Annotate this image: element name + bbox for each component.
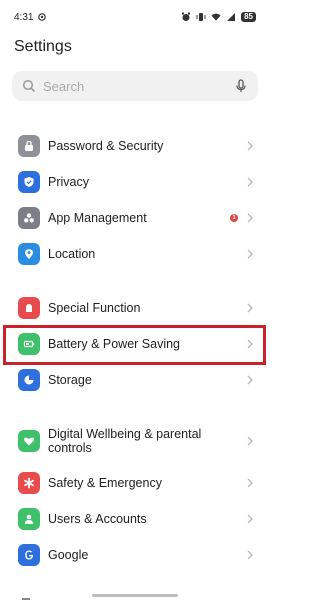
battery-icon: 85: [241, 12, 256, 22]
status-left: 4:31: [14, 12, 47, 23]
alarm-icon: [181, 12, 191, 22]
settings-item-special-function[interactable]: Special Function: [0, 290, 270, 326]
google-icon: [18, 544, 40, 566]
settings-item-label: App Management: [48, 211, 147, 225]
settings-item-location[interactable]: Location: [0, 236, 270, 272]
settings-item-label: Google: [48, 548, 89, 562]
settings-item-users-accounts[interactable]: Users & Accounts: [0, 501, 270, 537]
chevron-right-icon: [246, 248, 254, 260]
highlight-frame: [3, 325, 266, 365]
user-icon: [18, 508, 40, 530]
special-function-icon: [18, 297, 40, 319]
lock-icon: [18, 135, 40, 157]
settings-item-label: Privacy: [48, 175, 89, 189]
settings-item-digital-wellbeing[interactable]: Digital Wellbeing & parental controls: [0, 417, 270, 465]
gesture-navigation-handle[interactable]: [92, 594, 178, 597]
settings-item-storage[interactable]: Storage: [0, 362, 270, 398]
status-right: 85: [181, 12, 256, 22]
chevron-right-icon: [246, 477, 254, 489]
wifi-icon: [211, 12, 221, 22]
search-placeholder: Search: [43, 78, 85, 94]
settings-item-label: Digital Wellbeing & parental controls: [48, 427, 202, 455]
chevron-right-icon: [246, 549, 254, 561]
emergency-icon: [18, 472, 40, 494]
app-grid-icon: [18, 207, 40, 229]
settings-item-safety-emergency[interactable]: Safety & Emergency: [0, 465, 270, 501]
chevron-right-icon: [246, 374, 254, 386]
microphone-icon[interactable]: [234, 79, 248, 93]
search-input[interactable]: Search: [12, 71, 258, 101]
search-icon: [22, 79, 36, 93]
chevron-right-icon: [246, 176, 254, 188]
notification-badge: 1: [230, 214, 238, 222]
chevron-right-icon: [246, 212, 254, 224]
heart-icon: [18, 430, 40, 452]
location-pin-icon: [18, 243, 40, 265]
settings-item-label: Location: [48, 247, 96, 261]
vibrate-icon: [196, 12, 206, 22]
chevron-right-icon: [246, 140, 254, 152]
settings-item-password-security[interactable]: Password & Security: [0, 128, 270, 164]
settings-item-privacy[interactable]: Privacy: [0, 164, 270, 200]
notification-icon: [37, 12, 47, 22]
chevron-right-icon: [246, 302, 254, 314]
pie-chart-icon: [18, 369, 40, 391]
status-bar: 4:31 85: [0, 0, 270, 34]
signal-icon: [226, 12, 236, 22]
settings-item-label: Special Function: [48, 301, 141, 315]
settings-item-label: Password & Security: [48, 139, 164, 153]
chevron-right-icon: [246, 513, 254, 525]
settings-item-app-management[interactable]: App Management 1: [0, 200, 270, 236]
settings-item-label: Storage: [48, 373, 92, 387]
shield-icon: [18, 171, 40, 193]
settings-item-google[interactable]: Google: [0, 537, 270, 573]
status-time: 4:31: [14, 11, 34, 23]
settings-item-label: Users & Accounts: [48, 512, 147, 526]
settings-item-label: Safety & Emergency: [48, 476, 162, 490]
chevron-right-icon: [246, 435, 254, 447]
page-title: Settings: [14, 38, 72, 55]
